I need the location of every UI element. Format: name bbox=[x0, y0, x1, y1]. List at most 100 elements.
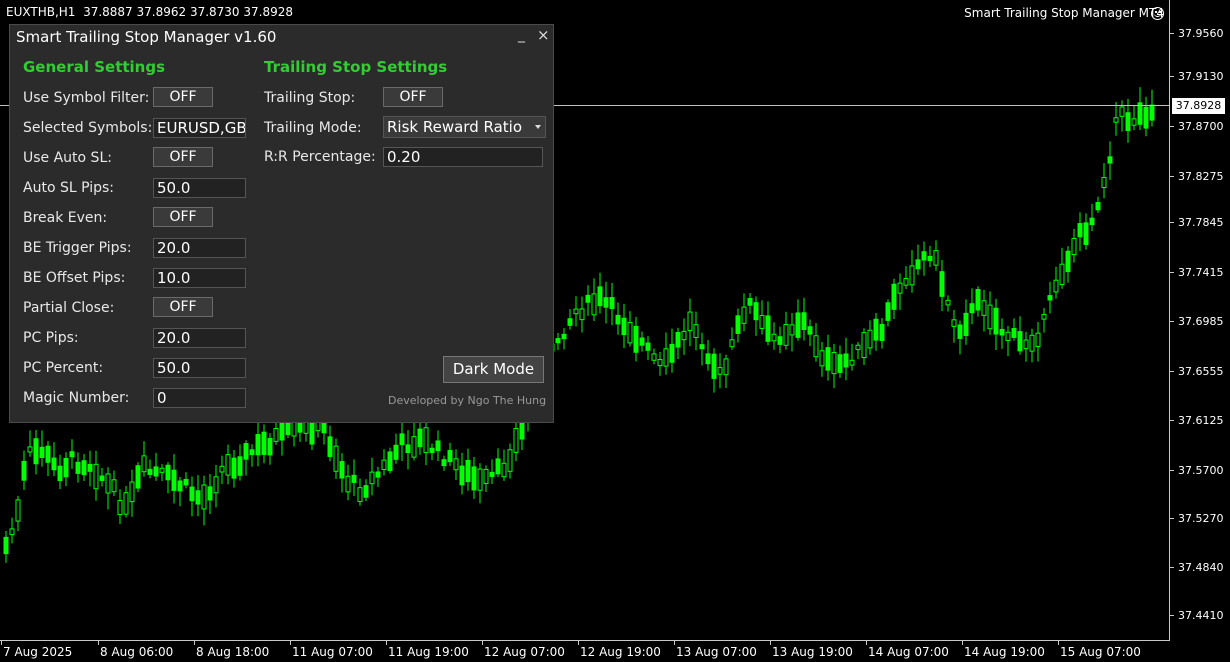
candle-body bbox=[603, 297, 609, 308]
candle-body bbox=[369, 471, 375, 485]
candle-body bbox=[375, 471, 381, 478]
time-axis-border bbox=[0, 640, 1170, 641]
price-tick bbox=[1170, 518, 1174, 519]
setting-toggle[interactable]: OFF bbox=[153, 297, 213, 317]
dark-mode-button[interactable]: Dark Mode bbox=[443, 356, 544, 383]
candle-body bbox=[693, 324, 699, 338]
candle-body bbox=[561, 333, 567, 340]
candle-body bbox=[45, 445, 51, 463]
candle-body bbox=[465, 459, 471, 483]
candle-body bbox=[1077, 223, 1083, 238]
time-tick bbox=[290, 641, 291, 645]
candle-body bbox=[879, 323, 885, 341]
trailing-stop-panel: Smart Trailing Stop Manager v1.60 _ × Ge… bbox=[9, 24, 554, 423]
candle-body bbox=[327, 436, 333, 457]
trailing-stop-toggle[interactable]: OFF bbox=[383, 87, 443, 107]
candle-body bbox=[165, 464, 171, 481]
setting-toggle[interactable]: OFF bbox=[153, 147, 213, 167]
candle-body bbox=[1095, 202, 1101, 211]
price-tick-label: 37.6125 bbox=[1178, 414, 1224, 427]
setting-label: Magic Number: bbox=[23, 390, 130, 406]
candle-body bbox=[633, 325, 639, 353]
setting-input[interactable]: 20.0 bbox=[153, 238, 246, 258]
candle-body bbox=[1041, 313, 1047, 320]
price-tick-label: 37.4410 bbox=[1178, 609, 1224, 622]
candle-body bbox=[813, 335, 819, 358]
setting-label: Use Symbol Filter: bbox=[23, 90, 150, 106]
candle-body bbox=[825, 347, 831, 371]
candle-body bbox=[681, 330, 687, 341]
candle-body bbox=[891, 283, 897, 310]
expert-advisor-label: Smart Trailing Stop Manager MT4 bbox=[964, 6, 1164, 20]
price-tick-label: 37.5270 bbox=[1178, 512, 1224, 525]
setting-input[interactable]: 50.0 bbox=[153, 358, 246, 378]
minimize-icon[interactable]: _ bbox=[518, 27, 525, 43]
candle-body bbox=[249, 449, 255, 456]
price-tick bbox=[1170, 222, 1174, 223]
setting-input[interactable]: EURUSD,GB bbox=[153, 118, 246, 138]
candle-body bbox=[735, 315, 741, 334]
candle-body bbox=[831, 351, 837, 375]
candle-body bbox=[171, 469, 177, 491]
candle-body bbox=[855, 344, 861, 351]
setting-input[interactable]: 10.0 bbox=[153, 268, 246, 288]
candle-body bbox=[195, 490, 201, 505]
candle-body bbox=[345, 475, 351, 493]
time-tick-label: 13 Aug 19:00 bbox=[772, 645, 853, 659]
candle-body bbox=[723, 358, 729, 376]
candle-body bbox=[285, 421, 291, 436]
trailing-mode-value: Risk Reward Ratio bbox=[387, 118, 522, 136]
candle-body bbox=[687, 311, 693, 332]
setting-input[interactable]: 0 bbox=[153, 388, 246, 408]
time-tick bbox=[674, 641, 675, 645]
symbol-info: EUXTHB,H1 37.8887 37.8962 37.8730 37.892… bbox=[6, 5, 293, 19]
smiley-icon[interactable] bbox=[1151, 7, 1164, 20]
trailing-mode-select[interactable]: Risk Reward Ratio bbox=[383, 116, 546, 138]
rr-percentage-input[interactable]: 0.20 bbox=[383, 147, 543, 167]
price-tick bbox=[1170, 321, 1174, 322]
setting-toggle[interactable]: OFF bbox=[153, 87, 213, 107]
candle-body bbox=[105, 473, 111, 494]
candle-body bbox=[921, 251, 927, 261]
candle-body bbox=[765, 315, 771, 342]
candle-body bbox=[273, 427, 279, 442]
candle-body bbox=[759, 315, 765, 329]
time-tick-label: 8 Aug 06:00 bbox=[100, 645, 174, 659]
candle-body bbox=[507, 449, 513, 472]
price-tick bbox=[1170, 126, 1174, 127]
price-tick bbox=[1170, 615, 1174, 616]
general-settings-title: General Settings bbox=[23, 58, 166, 76]
candle-body bbox=[981, 300, 987, 316]
candle-body bbox=[423, 427, 429, 454]
candle-body bbox=[843, 353, 849, 368]
candle-body bbox=[789, 324, 795, 336]
price-tick-label: 37.7845 bbox=[1178, 216, 1224, 229]
candle-body bbox=[117, 500, 123, 516]
trailing-stop-label: Trailing Stop: bbox=[264, 90, 356, 106]
candle-body bbox=[1143, 106, 1149, 129]
candle-body bbox=[153, 466, 159, 477]
candle-body bbox=[135, 465, 141, 489]
candle-body bbox=[225, 454, 231, 476]
setting-input[interactable]: 50.0 bbox=[153, 178, 246, 198]
close-icon[interactable]: × bbox=[537, 26, 550, 44]
candle-body bbox=[903, 278, 909, 286]
candle-body bbox=[447, 449, 453, 463]
candle-body bbox=[27, 446, 33, 453]
setting-toggle[interactable]: OFF bbox=[153, 207, 213, 227]
candle-body bbox=[429, 447, 435, 454]
candle-body bbox=[1017, 331, 1023, 352]
candle-body bbox=[381, 459, 387, 470]
candle-body bbox=[159, 467, 165, 473]
price-tick-label: 37.4840 bbox=[1178, 561, 1224, 574]
candle-body bbox=[399, 433, 405, 446]
candle-body bbox=[513, 427, 519, 453]
time-tick bbox=[1058, 641, 1059, 645]
time-tick bbox=[386, 641, 387, 645]
time-tick-label: 11 Aug 07:00 bbox=[292, 645, 373, 659]
price-tick bbox=[1170, 470, 1174, 471]
candle-body bbox=[987, 304, 993, 330]
setting-input[interactable]: 20.0 bbox=[153, 328, 246, 348]
candle-body bbox=[1059, 263, 1065, 285]
time-tick bbox=[194, 641, 195, 645]
